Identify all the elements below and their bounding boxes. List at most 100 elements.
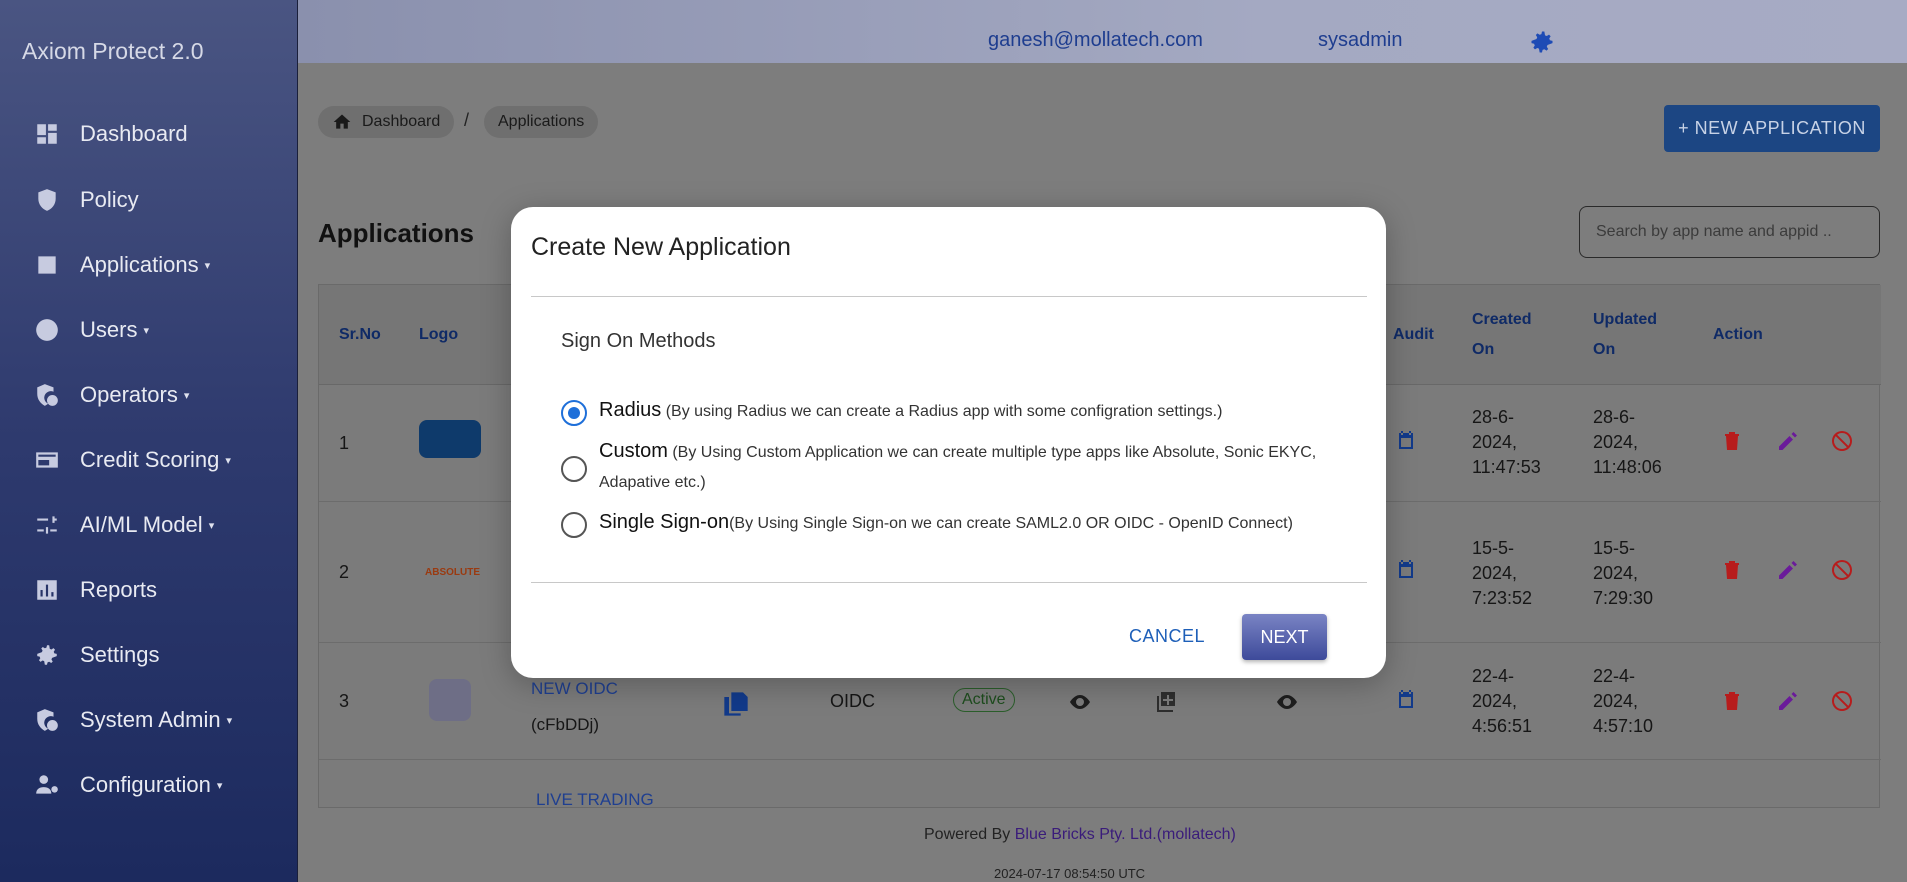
app-logo (429, 679, 471, 721)
sidebar-item-system-admin[interactable]: System Admin ▾ (34, 700, 232, 740)
user-name[interactable]: sysadmin (1318, 29, 1402, 52)
option-name: Radius (599, 399, 662, 421)
option-custom[interactable]: Custom (By Using Custom Application we c… (599, 438, 1359, 498)
sidebar: Axiom Protect 2.0 Dashboard Policy Appli… (0, 0, 298, 882)
applications-icon (38, 256, 56, 274)
search-input[interactable] (1579, 206, 1880, 258)
new-application-button[interactable]: + NEW APPLICATION (1664, 105, 1880, 152)
row-sr-no: 3 (339, 691, 350, 711)
updated-on: 15-5- 2024, 7:29:30 (1593, 538, 1654, 608)
view-icon[interactable] (1275, 690, 1299, 714)
delete-icon[interactable] (1720, 429, 1744, 453)
edit-icon[interactable] (1776, 689, 1800, 713)
created-on: 22-4- 2024, 4:56:51 (1472, 666, 1533, 736)
app-id: (cFbDDj) (531, 715, 599, 734)
home-icon (333, 114, 351, 129)
sidebar-item-label: Operators (80, 382, 178, 407)
next-button[interactable]: NEXT (1242, 614, 1327, 660)
option-desc-continued: Adapative etc.) (599, 474, 706, 491)
chevron-down-icon: ▾ (216, 779, 223, 792)
sidebar-item-label: System Admin (80, 707, 221, 732)
column-header: Logo (419, 326, 459, 343)
chevron-down-icon: ▾ (143, 324, 149, 337)
app-brand: Axiom Protect 2.0 (22, 38, 204, 64)
divider (531, 296, 1367, 297)
chevron-down-icon: ▾ (208, 519, 215, 532)
page-title: Applications (318, 218, 475, 248)
option-desc: (By Using Single Sign-on we can create S… (729, 515, 1293, 532)
gear-icon[interactable] (1528, 28, 1556, 56)
radio-radius[interactable] (561, 400, 587, 426)
sidebar-item-settings[interactable]: Settings (34, 635, 160, 675)
configuration-icon (36, 775, 58, 794)
shield-icon (38, 189, 56, 211)
chevron-down-icon: ▾ (204, 259, 211, 272)
footer-company-link[interactable]: Blue Bricks Pty. Ltd.(mollatech) (1015, 826, 1236, 843)
sidebar-item-operators[interactable]: Operators ▾ (34, 375, 189, 415)
app-logo-text: ABSOLUTE (425, 567, 480, 578)
column-header: Sr.No (339, 326, 381, 343)
calendar-icon[interactable] (1394, 429, 1418, 453)
option-radius[interactable]: Radius (By using Radius we can create a … (599, 397, 1222, 427)
option-single-sign-on[interactable]: Single Sign-on(By Using Single Sign-on w… (599, 509, 1293, 539)
user-email: ganesh@mollatech.com (988, 29, 1203, 51)
chevron-down-icon: ▾ (225, 454, 231, 467)
footer-credit: Powered By Blue Bricks Pty. Ltd.(mollate… (924, 826, 1236, 844)
calendar-icon[interactable] (1394, 558, 1418, 582)
sidebar-item-users[interactable]: Users ▾ (34, 310, 149, 350)
option-desc: (By using Radius we can create a Radius … (661, 403, 1223, 420)
divider (531, 582, 1367, 583)
sidebar-item-policy[interactable]: Policy (34, 180, 139, 220)
cancel-button[interactable]: CANCEL (1117, 614, 1217, 658)
user-circle-icon (36, 319, 58, 341)
sidebar-item-label: Policy (80, 187, 139, 212)
app-logo (419, 420, 481, 458)
sidebar-item-label: Dashboard (80, 121, 188, 146)
column-header: Audit (1393, 326, 1434, 343)
radio-custom[interactable] (561, 456, 587, 482)
status-badge: Active (953, 688, 1015, 712)
edit-icon[interactable] (1776, 429, 1800, 453)
sidebar-item-label: Configuration (80, 772, 211, 797)
sidebar-item-dashboard[interactable]: Dashboard (34, 114, 188, 154)
edit-icon[interactable] (1776, 558, 1800, 582)
block-icon[interactable] (1830, 558, 1854, 582)
sidebar-item-aiml-model[interactable]: AI/ML Model ▾ (34, 505, 214, 545)
dialog-title: Create New Application (531, 233, 791, 261)
option-desc: (By Using Custom Application we can crea… (667, 444, 1317, 461)
copy-icon[interactable] (722, 690, 750, 718)
sidebar-item-applications[interactable]: Applications ▾ (34, 245, 210, 285)
sidebar-item-configuration[interactable]: Configuration ▾ (34, 765, 222, 805)
app-name-link[interactable]: NEW OIDC (531, 676, 618, 701)
sidebar-item-label: Users (80, 317, 138, 342)
delete-icon[interactable] (1720, 558, 1744, 582)
app-type: OIDC (830, 691, 875, 711)
system-admin-icon (37, 709, 58, 731)
sidebar-item-reports[interactable]: Reports (34, 570, 157, 610)
column-header: Updated On (1593, 311, 1657, 358)
gear-icon (37, 645, 57, 665)
column-header: Action (1713, 326, 1763, 343)
section-title: Sign On Methods (561, 330, 716, 352)
breadcrumb-home[interactable]: Dashboard (318, 106, 455, 138)
operators-icon (37, 384, 58, 406)
table-row: LIVE TRADING (319, 760, 1881, 809)
credit-card-icon (36, 452, 58, 468)
sidebar-item-label: Applications (80, 252, 199, 277)
block-icon[interactable] (1830, 429, 1854, 453)
create-application-dialog: Create New Application Sign On Methods R… (511, 207, 1386, 678)
sidebar-item-credit-scoring[interactable]: Credit Scoring ▾ (34, 440, 231, 480)
row-sr-no: 1 (339, 433, 350, 453)
updated-on: 28-6- 2024, 11:48:06 (1593, 407, 1662, 477)
sidebar-item-label: Settings (80, 642, 160, 667)
view-icon[interactable] (1068, 690, 1092, 714)
delete-icon[interactable] (1720, 689, 1744, 713)
add-box-icon[interactable] (1153, 690, 1177, 714)
calendar-icon[interactable] (1394, 688, 1418, 712)
bar-chart-icon (37, 580, 57, 600)
sidebar-item-label: AI/ML Model (80, 512, 203, 537)
block-icon[interactable] (1830, 689, 1854, 713)
sidebar-item-label: Reports (80, 577, 158, 602)
radio-single-sign-on[interactable] (561, 512, 587, 538)
breadcrumb-home-label: Dashboard (362, 113, 441, 130)
